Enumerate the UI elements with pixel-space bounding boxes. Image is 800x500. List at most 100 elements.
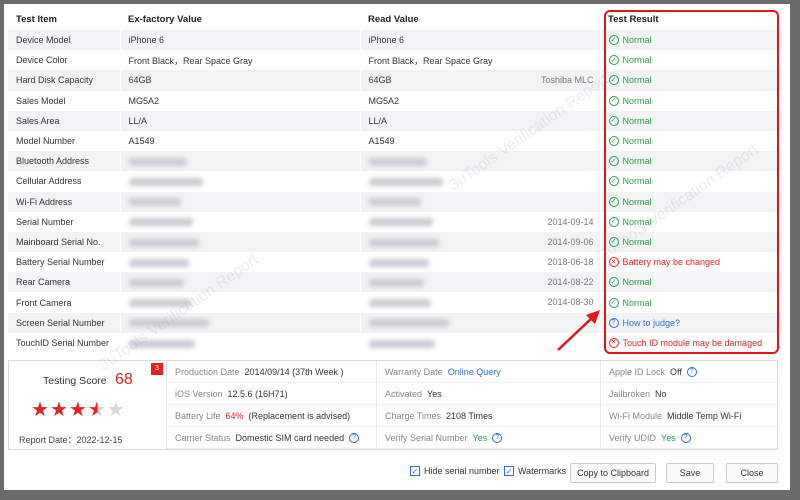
table-row: Model Number A1549 A1549 ✓ Normal xyxy=(8,130,783,152)
ex-factory-cell: Front Black，Rear Space Gray xyxy=(120,50,361,71)
test-item-label: Device Model xyxy=(8,30,121,51)
redacted-value xyxy=(128,178,203,187)
test-result-cell: ✓ Normal xyxy=(600,191,783,212)
ex-factory-value: A1549 xyxy=(128,136,155,147)
info-cell: Carrier Status Domestic SIM card needed? xyxy=(167,427,377,449)
error-circle-icon: ✕ xyxy=(608,337,619,348)
read-value-cell xyxy=(360,312,601,333)
redacted-value xyxy=(368,319,449,328)
help-icon[interactable]: ? xyxy=(680,432,691,443)
table-header-row: Test Item Ex-factory Value Read Value Te… xyxy=(8,8,782,30)
redacted-value xyxy=(128,218,193,227)
ex-factory-cell xyxy=(120,211,361,232)
error-circle-icon: ✕ xyxy=(608,257,619,268)
check-circle-icon: ✓ xyxy=(608,115,619,126)
test-result-text: Normal xyxy=(622,55,652,66)
check-circle-icon: ✓ xyxy=(608,176,619,187)
redacted-value xyxy=(368,278,424,287)
table-row: TouchID Serial Number ✕ Touch ID module ma… xyxy=(8,332,783,353)
header-test-result: Test Result xyxy=(600,8,782,30)
info-key: Warranty Date xyxy=(385,366,443,377)
info-key: Activated xyxy=(385,388,423,399)
info-value: 64% xyxy=(225,410,244,421)
table-row: Front Camera 2014-08-30 ✓ Normal xyxy=(8,292,783,313)
test-result-cell: ✓ Normal xyxy=(600,30,783,51)
info-value-note: (Replacement is advised) xyxy=(248,410,351,421)
test-result-cell: ✓ Normal xyxy=(600,50,783,71)
read-value: 64GB xyxy=(368,75,392,86)
copy-to-clipboard-button[interactable]: Copy to Clipboard xyxy=(570,463,656,483)
table-row: Device Color Front Black，Rear Space Gray F… xyxy=(8,50,783,71)
hide-serial-label: Hide serial number xyxy=(424,466,500,476)
redacted-value xyxy=(368,339,435,348)
test-result-cell: ✓ Normal xyxy=(600,272,783,293)
score-badge[interactable]: 3 xyxy=(151,363,163,375)
redacted-value xyxy=(128,339,195,348)
info-cell: Verify UDID Yes? xyxy=(601,427,777,449)
save-button[interactable]: Save xyxy=(666,463,714,483)
info-key: Apple ID Lock xyxy=(609,366,666,377)
table-row: Cellular Address ✓ Normal xyxy=(8,171,783,192)
info-key: Battery Life xyxy=(175,410,221,421)
read-value-cell: iPhone 6 xyxy=(360,30,601,51)
table-row: Serial Number 2014-09-14 ✓ Normal xyxy=(8,211,783,232)
redacted-value xyxy=(368,299,431,308)
table-row: Wi-Fi Address ✓ Normal xyxy=(8,191,783,212)
header-test-item: Test Item xyxy=(8,8,120,30)
test-result-cell: ✓ Normal xyxy=(600,110,783,131)
hide-serial-checkbox[interactable]: ✓ Hide serial number xyxy=(410,466,500,476)
ex-factory-cell: A1549 xyxy=(120,130,361,152)
test-result-text: Battery may be changed xyxy=(622,257,721,268)
watermarks-checkbox[interactable]: ✓ Watermarks xyxy=(504,466,566,476)
test-result-text: Normal xyxy=(622,196,652,207)
test-result-text: Normal xyxy=(622,236,652,247)
summary-panel: Testing Score 68 3 ★★★★★ Report Date：202… xyxy=(8,360,778,450)
test-result-text: Normal xyxy=(622,297,652,308)
checkbox-checked-icon[interactable]: ✓ xyxy=(504,466,514,476)
footer-bar: ✓ Hide serial number ✓ Watermarks Copy t… xyxy=(4,456,790,486)
redacted-value xyxy=(368,157,427,166)
test-result-cell[interactable]: ? How to judge? xyxy=(600,312,783,333)
test-result-text: Normal xyxy=(622,156,652,167)
ex-factory-cell: MG5A2 xyxy=(120,90,361,111)
ex-factory-cell xyxy=(120,151,361,172)
report-table: Test Item Ex-factory Value Read Value Te… xyxy=(8,8,783,353)
info-cell: Warranty Date Online Query xyxy=(377,361,601,383)
check-circle-icon: ✓ xyxy=(608,277,619,288)
read-value: iPhone 6 xyxy=(368,35,405,46)
info-value[interactable]: Online Query xyxy=(448,367,501,377)
help-icon[interactable]: ? xyxy=(686,366,697,377)
test-item-label: Battery Serial Number xyxy=(8,252,121,273)
read-value-cell: 2014-09-06 xyxy=(360,231,601,253)
star-icon: ★ xyxy=(49,399,69,421)
star-icon: ★ xyxy=(106,399,126,421)
table-row: Screen Serial Number? How to judge? xyxy=(8,312,783,333)
info-cell: Battery Life 64% (Replacement is advised) xyxy=(167,405,377,427)
ex-factory-cell xyxy=(120,272,361,293)
test-item-label: Bluetooth Address xyxy=(8,151,121,172)
info-value: Middle Temp Wi-Fi xyxy=(667,410,742,421)
report-window: Test Item Ex-factory Value Read Value Te… xyxy=(4,4,790,490)
check-circle-icon: ✓ xyxy=(608,297,619,308)
test-result-text: Normal xyxy=(622,95,652,106)
read-value: LL/A xyxy=(368,115,388,126)
checkbox-checked-icon[interactable]: ✓ xyxy=(410,466,420,476)
table-row: Bluetooth Address ✓ Normal xyxy=(8,151,783,172)
report-date: Report Date：2022-12-15 xyxy=(19,435,123,445)
read-value-cell: Front Black，Rear Space Gray xyxy=(360,50,601,71)
help-icon[interactable]: ? xyxy=(349,432,360,443)
test-item-label: Mainboard Serial No. xyxy=(8,231,121,253)
table-row: Sales Model MG5A2 MG5A2 ✓ Normal xyxy=(8,90,783,111)
info-key: Jailbroken xyxy=(609,388,651,399)
test-item-label: Device Color xyxy=(8,50,121,71)
check-circle-icon: ✓ xyxy=(608,35,619,46)
help-icon[interactable]: ? xyxy=(492,432,503,443)
info-value: No xyxy=(655,388,667,399)
close-button[interactable]: Close xyxy=(726,463,778,483)
test-result-text[interactable]: How to judge? xyxy=(623,318,681,328)
read-value-cell: 64GB Toshiba MLC xyxy=(360,70,601,91)
check-circle-icon: ✓ xyxy=(608,75,619,86)
info-value: Yes xyxy=(427,388,442,399)
test-result-text: Normal xyxy=(622,136,652,147)
ex-factory-value: Front Black，Rear Space Gray xyxy=(128,55,253,66)
